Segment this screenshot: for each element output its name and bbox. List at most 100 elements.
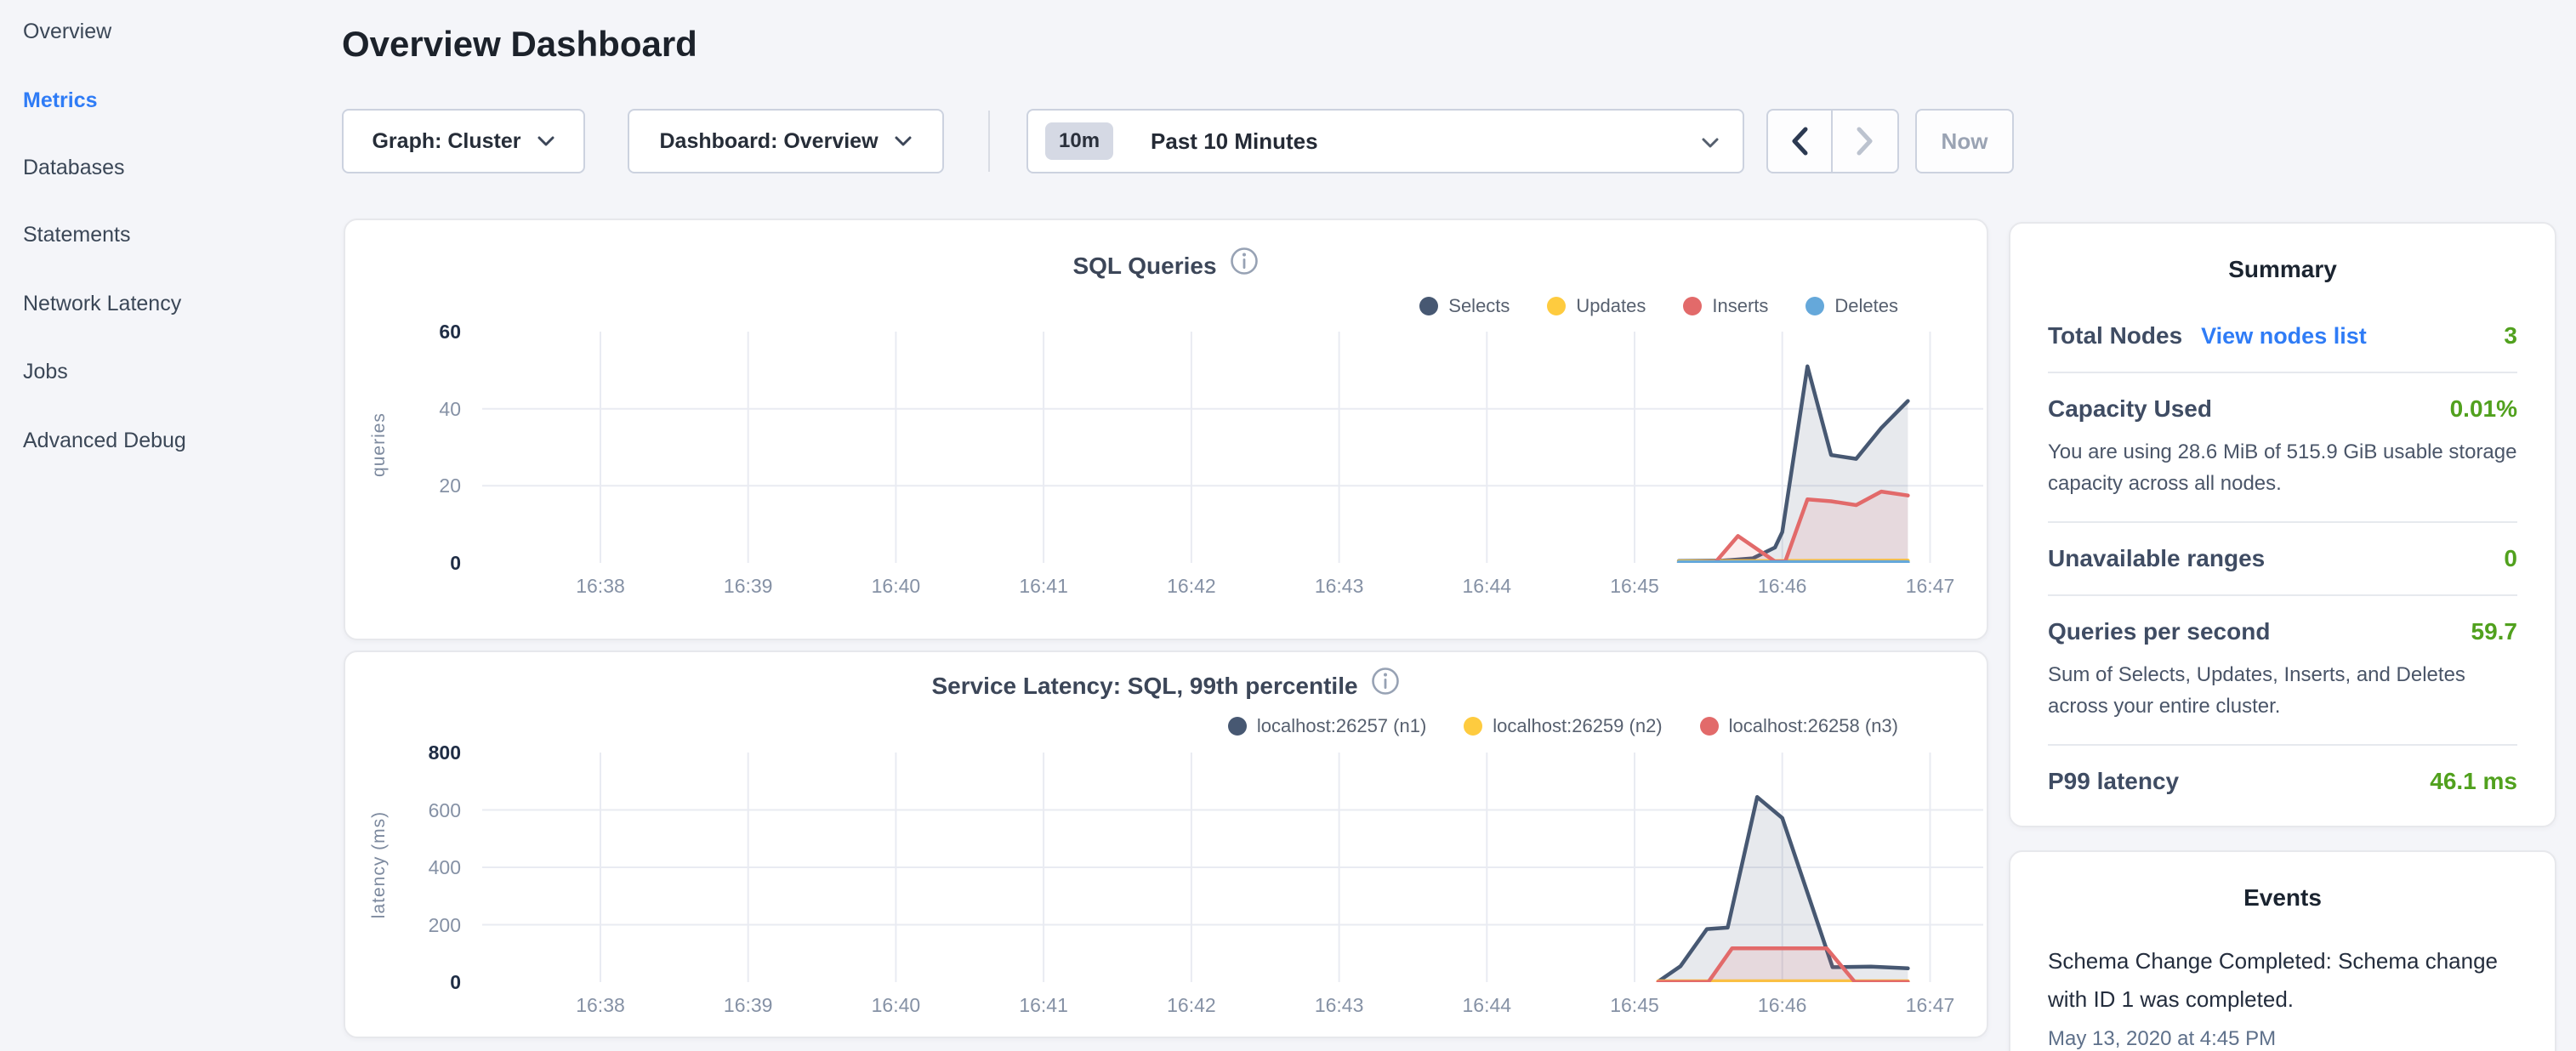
x-tick-label: 16:39 — [689, 575, 808, 598]
legend-label: localhost:26259 (n2) — [1493, 715, 1662, 737]
x-tick-label: 16:41 — [984, 994, 1103, 1017]
x-tick-label: 16:45 — [1575, 575, 1694, 598]
legend-dot-icon — [1700, 717, 1719, 736]
event-timestamp: May 13, 2020 at 4:45 PM — [2048, 1027, 2517, 1051]
chart-legend: localhost:26257 (n1) localhost:26259 (n2)… — [1228, 713, 1898, 739]
legend-item[interactable]: localhost:26259 (n2) — [1464, 715, 1662, 737]
x-tick-label: 16:46 — [1723, 994, 1842, 1017]
sidebar-item-jobs[interactable]: Jobs — [23, 356, 68, 387]
summary-row-value: 0 — [2504, 545, 2517, 572]
summary-row-capacity-used: Capacity Used 0.01% You are using 28.6 M… — [2048, 373, 2517, 523]
x-tick-label: 16:45 — [1575, 994, 1694, 1017]
legend-dot-icon — [1805, 297, 1824, 315]
legend-label: Inserts — [1712, 295, 1768, 317]
summary-row-label: Capacity Used — [2048, 395, 2212, 423]
time-step-back-button[interactable] — [1768, 111, 1833, 172]
legend-dot-icon — [1464, 717, 1482, 736]
summary-row-total-nodes: Total Nodes View nodes list 3 — [2048, 312, 2517, 373]
summary-row-label: P99 latency — [2048, 768, 2179, 795]
x-tick-label: 16:42 — [1132, 575, 1251, 598]
toolbar-divider — [988, 111, 990, 172]
summary-row-value: 0.01% — [2450, 395, 2517, 423]
legend-item[interactable]: Deletes — [1805, 295, 1898, 317]
view-nodes-list-link[interactable]: View nodes list — [2201, 323, 2367, 349]
summary-row-value: 59.7 — [2471, 618, 2518, 645]
x-tick-label: 16:38 — [541, 994, 660, 1017]
event-list-item[interactable]: Schema Change Completed: Schema change w… — [2048, 942, 2517, 1051]
legend-label: Selects — [1448, 295, 1510, 317]
dashboard-dropdown-label: Dashboard: Overview — [659, 129, 878, 154]
chart-title-row: Service Latency: SQL, 99th percentile — [345, 666, 1987, 703]
x-tick-label: 16:42 — [1132, 994, 1251, 1017]
page-title: Overview Dashboard — [342, 24, 697, 65]
chevron-down-icon — [894, 135, 913, 147]
events-panel: Events Schema Change Completed: Schema c… — [2009, 850, 2556, 1051]
chart-title: Service Latency: SQL, 99th percentile — [931, 673, 1357, 699]
x-tick-label: 16:39 — [689, 994, 808, 1017]
graph-dropdown[interactable]: Graph: Cluster — [342, 109, 585, 173]
y-tick-label: 600 — [384, 798, 461, 823]
sidebar-item-overview[interactable]: Overview — [23, 16, 111, 47]
legend-dot-icon — [1683, 297, 1702, 315]
events-title: Events — [2048, 884, 2517, 912]
y-tick-label: 0 — [384, 969, 461, 995]
graph-dropdown-label: Graph: Cluster — [372, 129, 520, 154]
legend-item[interactable]: localhost:26257 (n1) — [1228, 715, 1426, 737]
sidebar-item-databases[interactable]: Databases — [23, 152, 125, 183]
summary-row-unavailable-ranges: Unavailable ranges 0 — [2048, 523, 2517, 596]
summary-panel: Summary Total Nodes View nodes list 3 Ca… — [2009, 222, 2556, 827]
sql-queries-chart-card: SQL Queries Selects Updates Inserts Deletes… — [344, 219, 1988, 640]
y-tick-label: 20 — [384, 473, 461, 498]
legend-dot-icon — [1547, 297, 1566, 315]
sidebar-item-statements[interactable]: Statements — [23, 219, 130, 250]
chart-legend: Selects Updates Inserts Deletes — [1419, 293, 1898, 319]
now-button-label: Now — [1942, 128, 1988, 155]
chart-title: SQL Queries — [1072, 253, 1216, 279]
time-step-buttons — [1766, 109, 1899, 173]
legend-label: localhost:26258 (n3) — [1729, 715, 1898, 737]
info-icon[interactable] — [1229, 246, 1260, 281]
legend-label: localhost:26257 (n1) — [1257, 715, 1426, 737]
summary-row-description: Sum of Selects, Updates, Inserts, and De… — [2048, 659, 2517, 722]
chart-plot[interactable] — [482, 332, 1983, 563]
y-tick-label: 400 — [384, 855, 461, 880]
legend-dot-icon — [1228, 717, 1247, 736]
x-axis-tick-labels: 16:3816:3916:4016:4116:4216:4316:4416:45… — [482, 575, 1983, 602]
x-tick-label: 16:44 — [1427, 575, 1546, 598]
x-axis-tick-labels: 16:3816:3916:4016:4116:4216:4316:4416:45… — [482, 994, 1983, 1021]
sidebar-item-metrics[interactable]: Metrics — [23, 85, 98, 116]
summary-title: Summary — [2048, 256, 2517, 283]
legend-item[interactable]: localhost:26258 (n3) — [1700, 715, 1898, 737]
now-button[interactable]: Now — [1915, 109, 2014, 173]
info-icon[interactable] — [1370, 666, 1401, 701]
x-tick-label: 16:40 — [836, 575, 955, 598]
chart-plot[interactable] — [482, 753, 1983, 982]
sidebar-item-advanced-debug[interactable]: Advanced Debug — [23, 425, 186, 456]
x-tick-label: 16:44 — [1427, 994, 1546, 1017]
time-range-label: Past 10 Minutes — [1151, 128, 1318, 155]
legend-item[interactable]: Updates — [1547, 295, 1646, 317]
service-latency-chart-card: Service Latency: SQL, 99th percentile lo… — [344, 650, 1988, 1038]
time-step-forward-button[interactable] — [1833, 111, 1897, 172]
chevron-down-icon — [537, 135, 555, 147]
chart-canvas — [482, 753, 1983, 982]
summary-row-label: Unavailable ranges — [2048, 545, 2265, 572]
time-range-badge: 10m — [1045, 122, 1113, 160]
y-tick-label: 800 — [384, 740, 461, 765]
legend-item[interactable]: Selects — [1419, 295, 1510, 317]
sidebar-item-network-latency[interactable]: Network Latency — [23, 288, 181, 319]
chart-canvas — [482, 332, 1983, 563]
x-tick-label: 16:47 — [1871, 994, 1990, 1017]
db-console-app: Overview Metrics Databases Statements Ne… — [0, 0, 2576, 1051]
summary-row-label: Total Nodes — [2048, 322, 2182, 349]
x-tick-label: 16:41 — [984, 575, 1103, 598]
event-message: Schema Change Completed: Schema change w… — [2048, 942, 2517, 1019]
legend-label: Updates — [1576, 295, 1646, 317]
x-tick-label: 16:40 — [836, 994, 955, 1017]
summary-row-p99-latency: P99 latency 46.1 ms — [2048, 746, 2517, 817]
dashboard-dropdown[interactable]: Dashboard: Overview — [628, 109, 944, 173]
summary-row-value: 46.1 ms — [2430, 768, 2517, 795]
x-tick-label: 16:38 — [541, 575, 660, 598]
legend-item[interactable]: Inserts — [1683, 295, 1768, 317]
time-range-select[interactable]: 10m Past 10 Minutes — [1026, 109, 1744, 173]
